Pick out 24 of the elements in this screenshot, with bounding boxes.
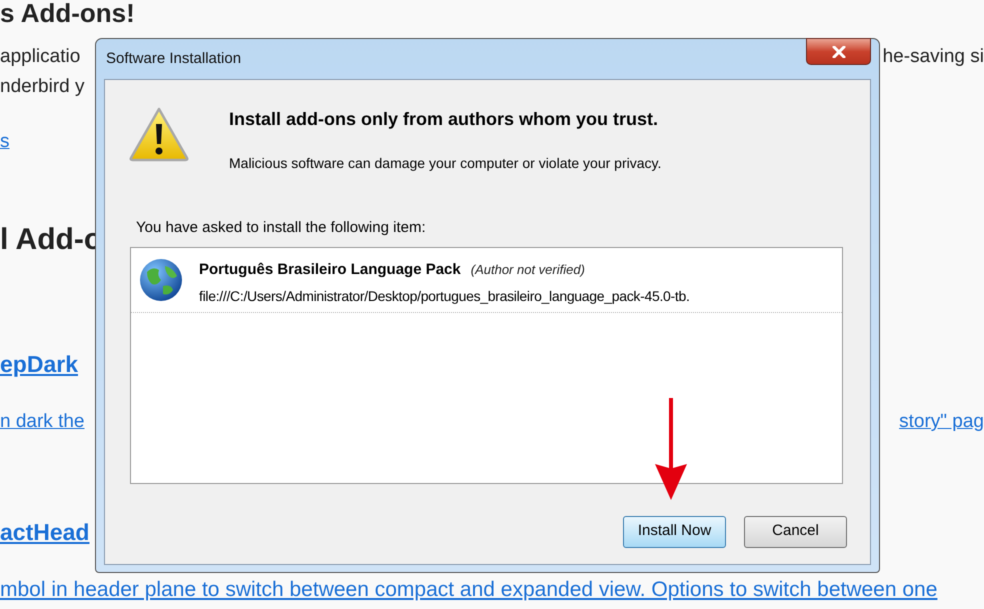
addon-description-link[interactable]: n dark the xyxy=(0,410,84,434)
page-heading: s Add-ons! xyxy=(0,0,135,28)
item-url: file:///C:/Users/Administrator/Desktop/portugues_brasileiro_language_pack-45.0-tb. xyxy=(199,287,690,306)
warning-message: Malicious software can damage your computer or violate your privacy. xyxy=(229,154,662,173)
window-title: Software Installation xyxy=(106,49,242,69)
warning-heading: Install add-ons only from authors whom you trust. xyxy=(229,108,660,131)
addon-title-link[interactable]: epDark xyxy=(0,351,78,377)
addon-description-link[interactable]: mbol in header plane to switch between compact and expanded view. Options to switch between one xyxy=(0,578,938,602)
page-link[interactable]: s xyxy=(0,131,10,152)
paragraph-text: applicatio xyxy=(0,45,80,69)
close-button[interactable] xyxy=(806,38,871,65)
dialog-button[interactable]: Cancel xyxy=(744,516,847,548)
item-note: (Author not verified) xyxy=(470,260,585,279)
paragraph-text: nderbird y xyxy=(0,75,84,99)
paragraph-text: he-saving si xyxy=(882,45,984,69)
list-label: You have asked to install the following item: xyxy=(136,218,426,238)
list-item[interactable]: Português Brasileiro Language Pack (Author not verified) file:///C:/Users/Administrator/Desktop/portugues_brasileiro_language_pack-45.0-tb. xyxy=(131,248,842,312)
close-icon xyxy=(832,46,846,58)
addon-title-link[interactable]: actHead xyxy=(0,519,90,545)
item-name: Português Brasileiro Language Pack xyxy=(199,260,461,280)
dialog-button[interactable]: Install Now xyxy=(623,516,726,548)
addon-description-link[interactable]: story" pag xyxy=(899,410,984,434)
warning-icon xyxy=(128,106,190,162)
globe-icon xyxy=(139,258,183,302)
